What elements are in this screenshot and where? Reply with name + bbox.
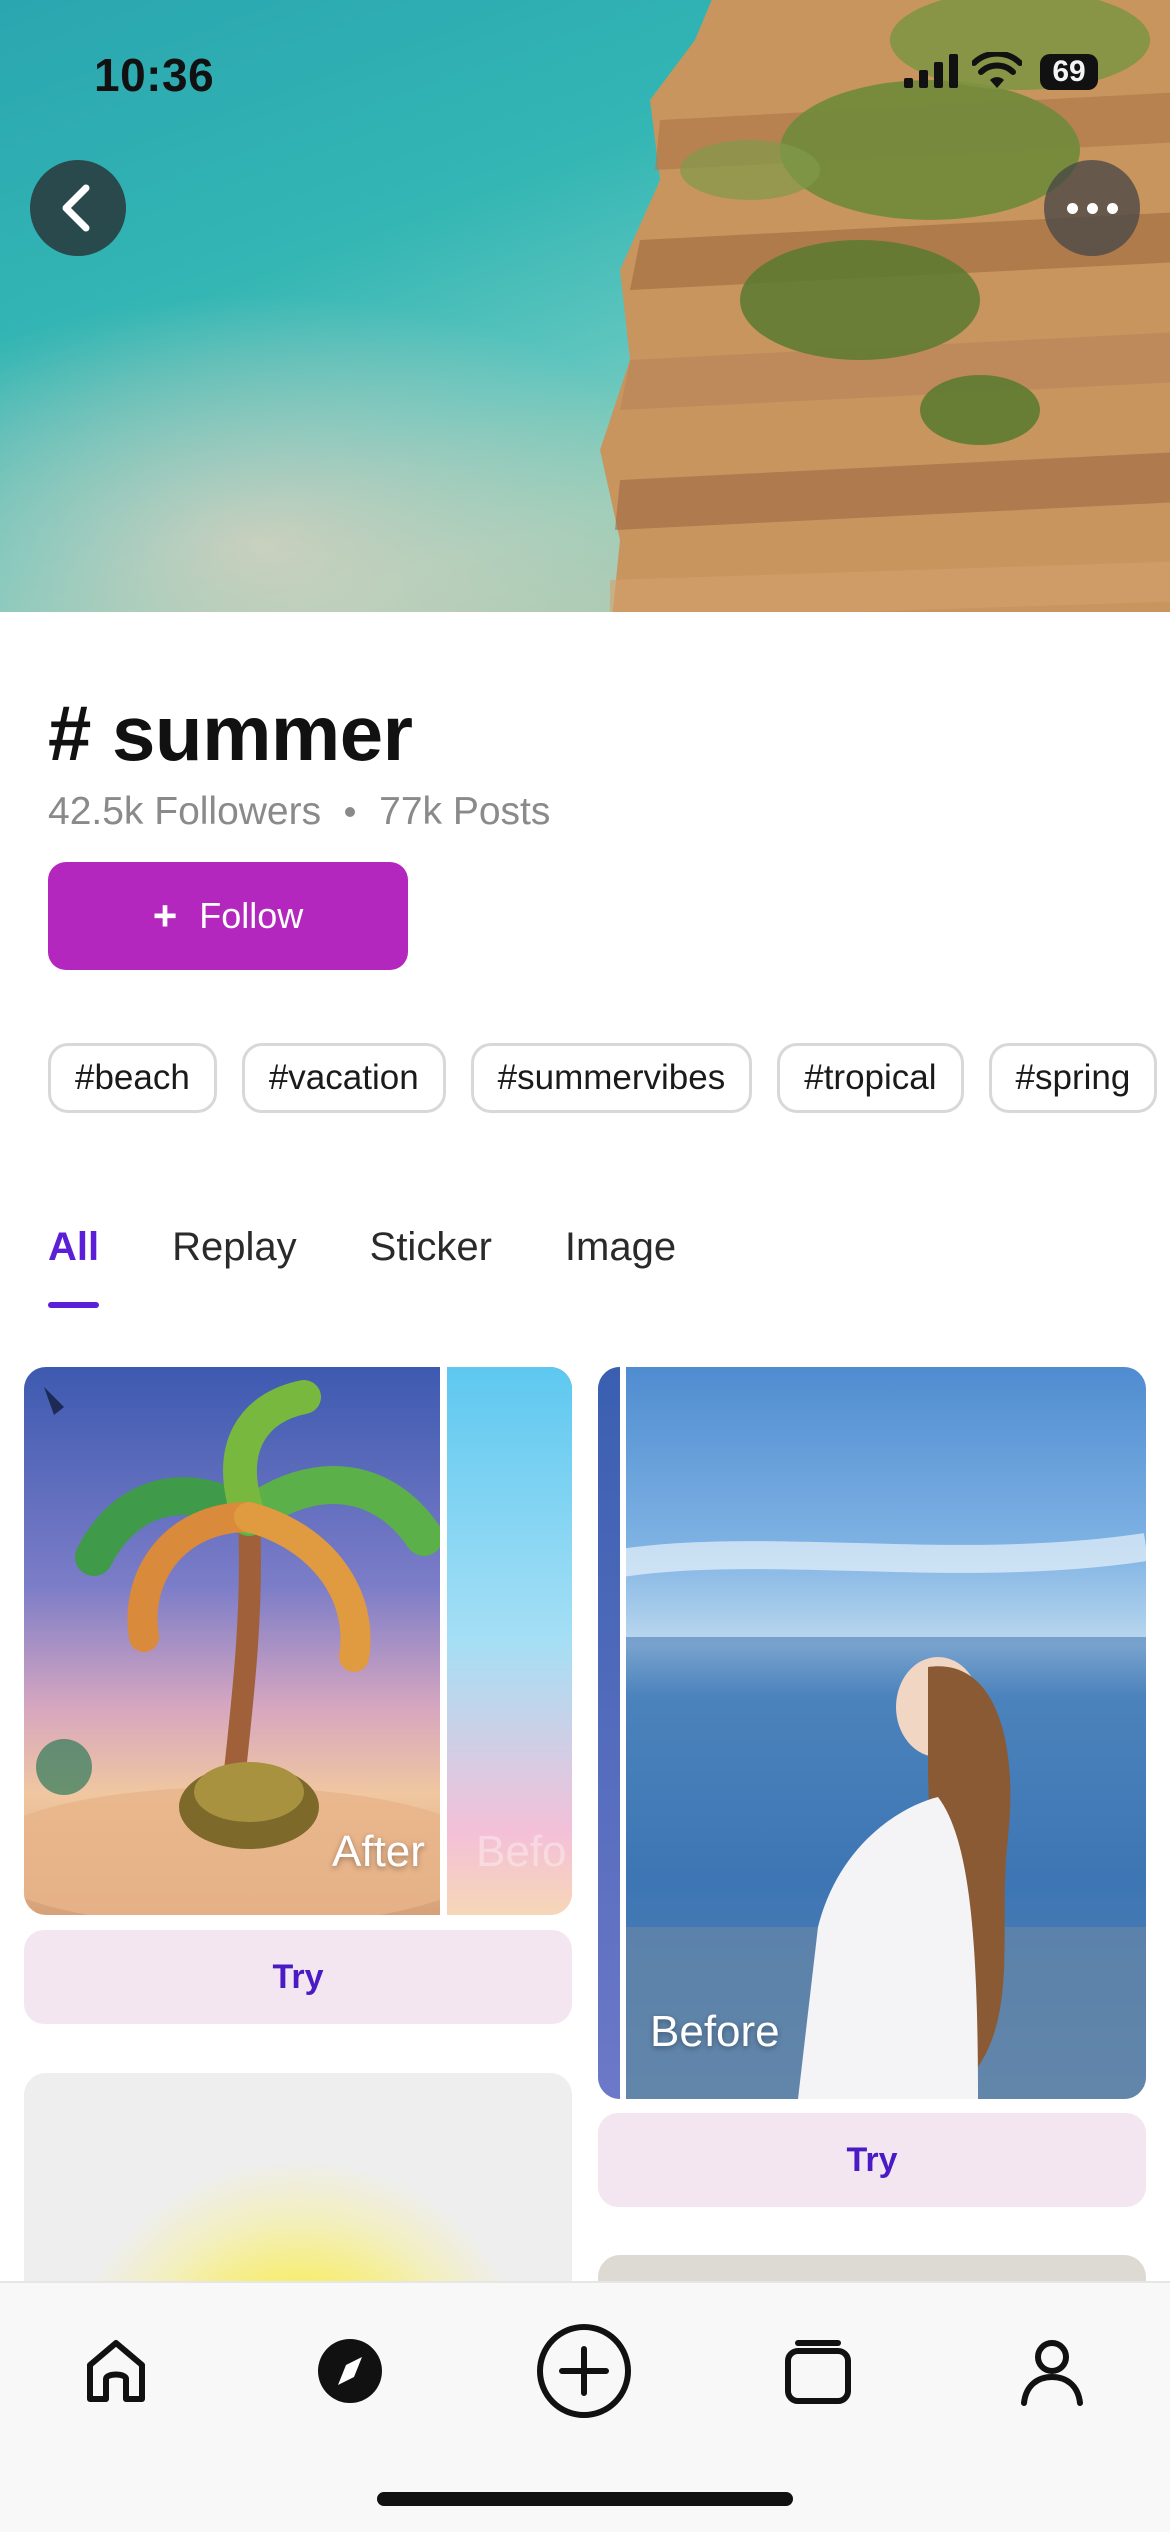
status-time: 10:36 xyxy=(94,49,215,101)
compass-icon xyxy=(318,2339,382,2403)
before-label-faded: Befo xyxy=(476,1827,567,1876)
tab-replay[interactable]: Replay xyxy=(172,1225,297,1308)
signal-icon xyxy=(904,54,958,88)
woman-by-sea-photo xyxy=(598,1533,1146,2099)
hashtag-stats: 42.5k Followers 77k Posts xyxy=(48,790,550,834)
before-label: Before xyxy=(650,2007,780,2056)
chevron-left-icon xyxy=(62,184,90,232)
battery-indicator: 69 xyxy=(1040,54,1098,90)
library-icon xyxy=(785,2340,851,2404)
try-button[interactable]: Try xyxy=(598,2113,1146,2207)
tag-chip[interactable]: #summervibes xyxy=(470,1043,753,1113)
home-icon xyxy=(87,2340,145,2402)
more-options-button[interactable] xyxy=(1044,160,1140,256)
cover-image: 10:36 69 xyxy=(0,0,1170,612)
content-tabs: All Replay Sticker Image xyxy=(48,1225,676,1308)
comparison-divider[interactable] xyxy=(440,1367,447,1915)
separator-dot xyxy=(345,807,356,817)
nav-create[interactable] xyxy=(534,2321,634,2421)
tag-chip[interactable]: #beach xyxy=(48,1043,217,1113)
page-title: # summer xyxy=(48,689,413,777)
nav-library[interactable] xyxy=(768,2321,868,2421)
followers-count: 42.5k Followers xyxy=(48,790,322,833)
ellipsis-icon xyxy=(1066,202,1118,214)
try-button[interactable]: Try xyxy=(24,1930,572,2024)
plus-icon: + xyxy=(152,892,178,939)
feed-card-seaside[interactable]: Before xyxy=(598,1367,1146,2099)
profile-icon xyxy=(1021,2340,1083,2406)
comparison-divider[interactable] xyxy=(620,1367,626,2099)
after-label: After xyxy=(332,1827,425,1876)
after-preview xyxy=(598,1367,620,2099)
wifi-icon xyxy=(972,52,1022,88)
nav-explore[interactable] xyxy=(300,2321,400,2421)
nav-profile[interactable] xyxy=(1002,2321,1102,2421)
home-indicator[interactable] xyxy=(377,2492,793,2506)
status-bar: 10:36 69 xyxy=(0,44,1170,104)
back-button[interactable] xyxy=(30,160,126,256)
related-tags: #beach #vacation #summervibes #tropical … xyxy=(48,1043,1158,1113)
tag-chip[interactable]: #spring xyxy=(988,1043,1158,1113)
plus-circle-icon xyxy=(537,2324,631,2418)
follow-button[interactable]: + Follow xyxy=(48,862,408,970)
follow-label: Follow xyxy=(199,895,304,936)
tab-image[interactable]: Image xyxy=(565,1225,676,1308)
feed-card-palm[interactable]: After Befo xyxy=(24,1367,572,1915)
tag-chip[interactable]: #tropical xyxy=(777,1043,964,1113)
nav-home[interactable] xyxy=(66,2321,166,2421)
tag-chip[interactable]: #vacation xyxy=(241,1043,446,1113)
tab-sticker[interactable]: Sticker xyxy=(370,1225,492,1308)
posts-count: 77k Posts xyxy=(379,790,551,833)
tab-all[interactable]: All xyxy=(48,1225,100,1308)
